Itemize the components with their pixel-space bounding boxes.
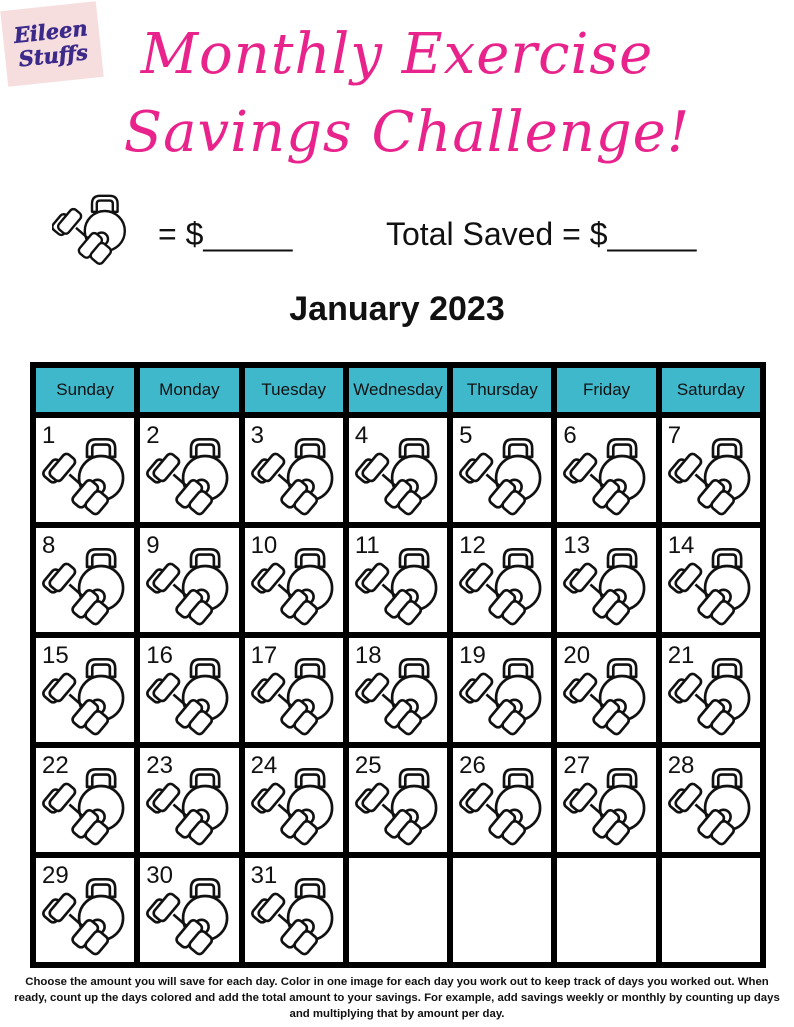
day-cell[interactable]: 12 (453, 528, 552, 632)
day-number: 19 (459, 642, 486, 669)
day-cell[interactable]: 24 (244, 748, 343, 852)
day-number: 8 (42, 532, 56, 559)
day-cell[interactable]: 21 (661, 638, 760, 742)
day-cell[interactable]: 15 (36, 638, 135, 742)
day-cell[interactable]: 10 (244, 528, 343, 632)
day-number: 10 (250, 532, 278, 559)
day-cell[interactable]: 16 (140, 638, 239, 742)
weekday-wednesday: Wednesday (348, 368, 448, 412)
day-number: 22 (42, 752, 69, 779)
day-number: 11 (354, 532, 380, 559)
day-number: 30 (146, 862, 173, 889)
day-number: 24 (250, 752, 278, 779)
day-number: 12 (459, 532, 486, 559)
day-cell[interactable]: 22 (36, 748, 135, 852)
calendar-grid: Sunday Monday Tuesday Wednesday Thursday… (30, 362, 766, 968)
day-cell[interactable]: 25 (348, 748, 448, 852)
day-number: 29 (42, 862, 69, 889)
total-saved: Total Saved = $_____ (386, 216, 697, 252)
day-number: 20 (563, 642, 591, 669)
day-cell[interactable]: 4 (348, 418, 448, 522)
day-number: 25 (354, 752, 382, 779)
day-number: 7 (667, 422, 682, 449)
day-cell[interactable]: 5 (453, 418, 552, 522)
day-number: 28 (667, 752, 695, 779)
day-number: 13 (563, 532, 591, 559)
day-number: 9 (146, 532, 160, 559)
weekday-monday: Monday (140, 368, 239, 412)
day-number: 26 (459, 752, 486, 779)
page-title-line-1: Monthly Exercise (140, 22, 654, 87)
day-cell[interactable]: 18 (348, 638, 448, 742)
day-cell[interactable]: 3 (244, 418, 343, 522)
month-heading: January 2023 (289, 290, 505, 328)
day-number: 1 (42, 422, 56, 449)
day-number: 4 (354, 422, 369, 449)
empty-day-cell (348, 858, 448, 962)
day-number: 31 (250, 862, 278, 889)
empty-day-cell (661, 858, 760, 962)
day-cell[interactable]: 28 (661, 748, 760, 852)
weekday-saturday: Saturday (661, 368, 760, 412)
day-cell[interactable]: 17 (244, 638, 343, 742)
day-cell[interactable]: 9 (140, 528, 239, 632)
day-number: 27 (563, 752, 591, 779)
instructions-text: Choose the amount you will save for each… (14, 976, 780, 1020)
day-cell[interactable]: 31 (244, 858, 343, 962)
day-number: 5 (459, 422, 473, 449)
day-cell[interactable]: 23 (140, 748, 239, 852)
day-cell[interactable]: 13 (557, 528, 656, 632)
day-cell[interactable]: 26 (453, 748, 552, 852)
day-number: 21 (667, 642, 695, 669)
per-workout-amount: = $_____ (158, 216, 293, 252)
day-number: 6 (563, 422, 577, 449)
day-number: 17 (250, 642, 278, 669)
day-cell[interactable]: 27 (557, 748, 656, 852)
kettlebell-dumbbell-icon (52, 194, 127, 265)
empty-day-cell (557, 858, 656, 962)
day-cell[interactable]: 8 (36, 528, 135, 632)
weekday-sunday: Sunday (36, 368, 135, 412)
day-cell[interactable]: 11 (348, 528, 448, 632)
day-cell[interactable]: 14 (661, 528, 760, 632)
day-number: 14 (667, 532, 695, 559)
weekday-thursday: Thursday (453, 368, 552, 412)
page-title-line-2: Savings Challenge! (123, 100, 691, 165)
day-number: 16 (146, 642, 173, 669)
day-number: 18 (354, 642, 382, 669)
weekday-tuesday: Tuesday (244, 368, 343, 412)
day-number: 15 (42, 642, 69, 669)
day-number: 23 (146, 752, 173, 779)
empty-day-cell (453, 858, 552, 962)
weekday-friday: Friday (557, 368, 656, 412)
day-cell[interactable]: 19 (453, 638, 552, 742)
day-cell[interactable]: 2 (140, 418, 239, 522)
day-number: 3 (250, 422, 264, 449)
day-cell[interactable]: 30 (140, 858, 239, 962)
day-number: 2 (146, 422, 160, 449)
day-cell[interactable]: 29 (36, 858, 135, 962)
day-cell[interactable]: 6 (557, 418, 656, 522)
day-cell[interactable]: 20 (557, 638, 656, 742)
day-cell[interactable]: 1 (36, 418, 135, 522)
day-cell[interactable]: 7 (661, 418, 760, 522)
